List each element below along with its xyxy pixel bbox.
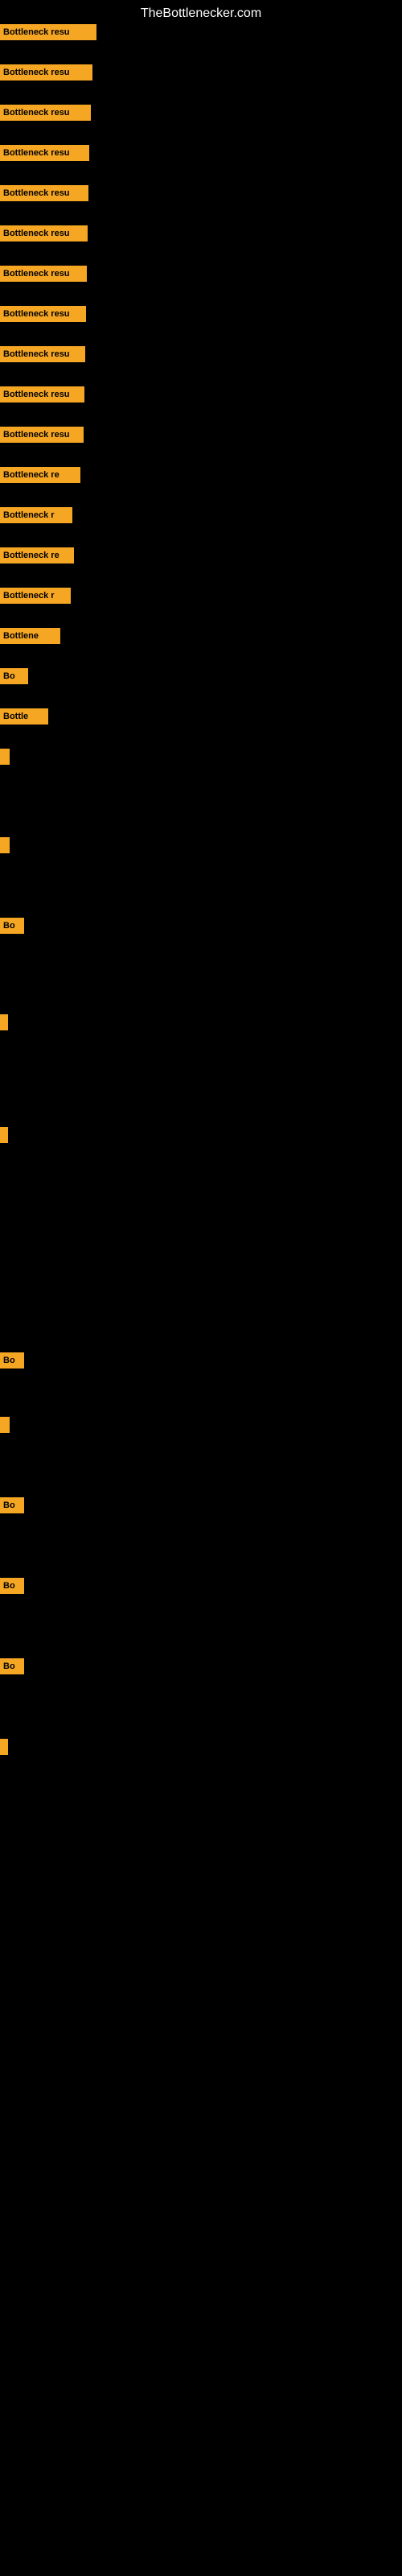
bottleneck-bar-11: Bottleneck resu	[0, 427, 84, 443]
bottleneck-bar-14: Bottleneck re	[0, 547, 74, 564]
bottleneck-bar-3: Bottleneck resu	[0, 105, 91, 121]
bottleneck-bar-23	[0, 1127, 8, 1143]
bottleneck-bar-18: Bottle	[0, 708, 48, 724]
bottleneck-bar-1: Bottleneck resu	[0, 24, 96, 40]
bottleneck-bar-20	[0, 837, 10, 853]
bottleneck-bar-19	[0, 749, 10, 765]
bottleneck-bar-13: Bottleneck r	[0, 507, 72, 523]
bottleneck-bar-4: Bottleneck resu	[0, 145, 89, 161]
bottleneck-bar-5: Bottleneck resu	[0, 185, 88, 201]
bottleneck-bar-26: Bo	[0, 1497, 24, 1513]
bottleneck-bar-21: Bo	[0, 918, 24, 934]
bottleneck-bar-8: Bottleneck resu	[0, 306, 86, 322]
bottleneck-bar-28: Bo	[0, 1658, 24, 1674]
bottleneck-bar-24: Bo	[0, 1352, 24, 1368]
bottleneck-bar-17: Bo	[0, 668, 28, 684]
bottleneck-bar-2: Bottleneck resu	[0, 64, 92, 80]
bottleneck-bar-9: Bottleneck resu	[0, 346, 85, 362]
site-title: TheBottlenecker.com	[0, 0, 402, 27]
bottleneck-bar-6: Bottleneck resu	[0, 225, 88, 242]
bottleneck-bar-16: Bottlene	[0, 628, 60, 644]
bottleneck-bar-29	[0, 1739, 8, 1755]
bottleneck-bar-22	[0, 1014, 8, 1030]
bottleneck-bar-10: Bottleneck resu	[0, 386, 84, 402]
bottleneck-bar-7: Bottleneck resu	[0, 266, 87, 282]
bottleneck-bar-25	[0, 1417, 10, 1433]
bottleneck-bar-27: Bo	[0, 1578, 24, 1594]
bottleneck-bar-15: Bottleneck r	[0, 588, 71, 604]
bottleneck-bar-12: Bottleneck re	[0, 467, 80, 483]
